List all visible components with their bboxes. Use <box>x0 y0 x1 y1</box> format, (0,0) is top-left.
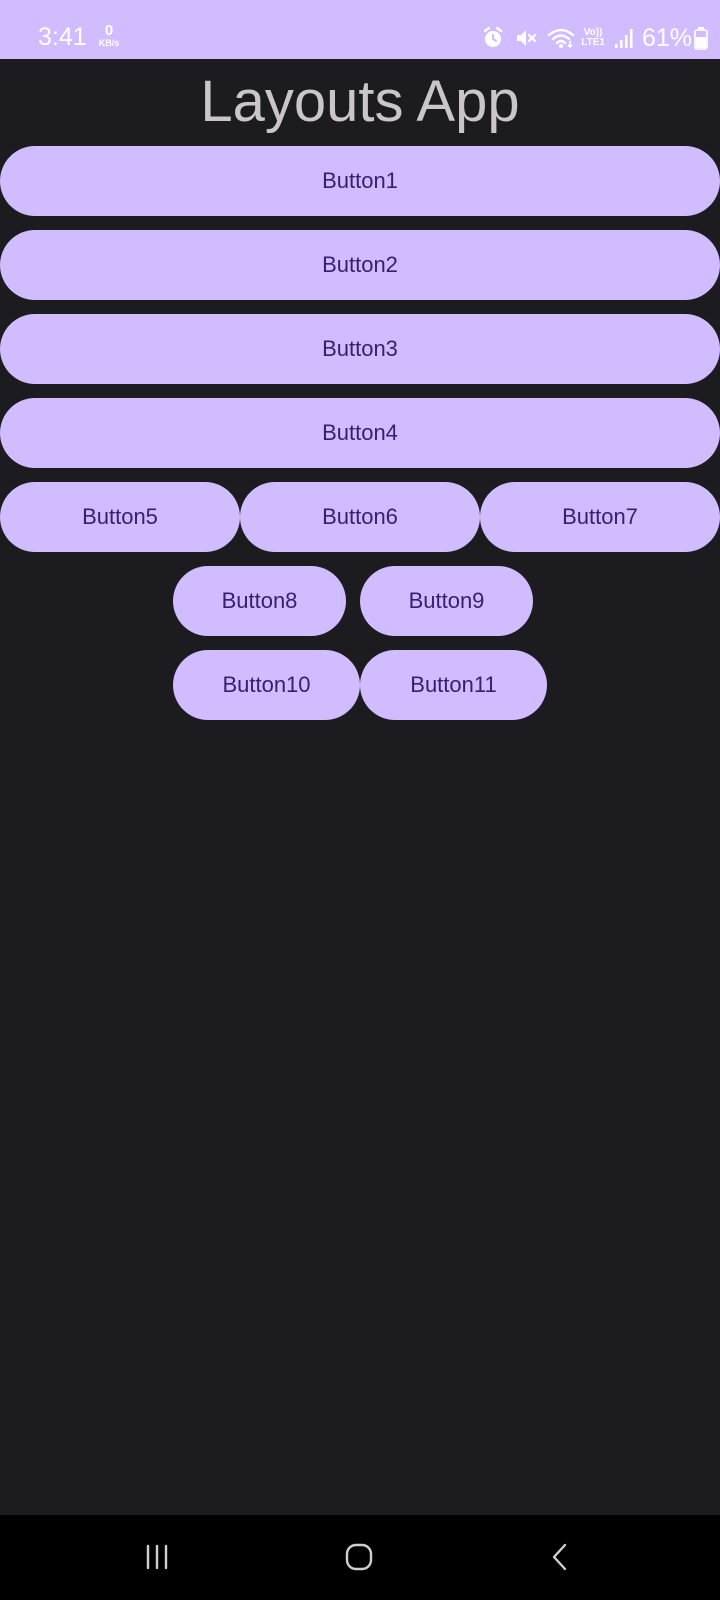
button-11[interactable]: Button11 <box>360 650 547 720</box>
mute-icon <box>514 26 538 50</box>
back-button[interactable] <box>531 1537 591 1577</box>
network-speed-unit: KB/s <box>98 38 120 48</box>
status-time: 3:41 <box>38 23 87 51</box>
lte-indicator: Vo)) LTE1 <box>581 28 605 48</box>
home-button[interactable] <box>329 1537 389 1577</box>
button-7[interactable]: Button7 <box>480 482 720 552</box>
wifi-icon <box>547 26 575 50</box>
status-bar: 3:41 0 KB/s Vo)) LTE1 61% <box>0 0 720 59</box>
button-6[interactable]: Button6 <box>240 482 480 552</box>
alarm-icon <box>481 26 505 50</box>
button-4[interactable]: Button4 <box>0 398 720 468</box>
lte-label: LTE1 <box>581 37 605 48</box>
signal-icon <box>614 27 634 49</box>
navigation-bar <box>0 1515 720 1600</box>
recents-icon <box>146 1544 168 1570</box>
button-8[interactable]: Button8 <box>173 566 346 636</box>
app-title: Layouts App <box>200 69 520 134</box>
battery-icon <box>694 26 708 50</box>
status-icons: Vo)) LTE1 61% <box>472 22 708 54</box>
button-1[interactable]: Button1 <box>0 146 720 216</box>
back-icon <box>552 1543 567 1571</box>
button-10[interactable]: Button10 <box>173 650 360 720</box>
battery-percent: 61% <box>641 24 692 52</box>
recents-button[interactable] <box>127 1537 187 1577</box>
home-icon <box>345 1543 373 1571</box>
button-5[interactable]: Button5 <box>0 482 240 552</box>
network-speed-value: 0 <box>104 22 114 39</box>
button-3[interactable]: Button3 <box>0 314 720 384</box>
button-2[interactable]: Button2 <box>0 230 720 300</box>
network-speed: 0 KB/s <box>94 22 124 48</box>
button-9[interactable]: Button9 <box>360 566 533 636</box>
